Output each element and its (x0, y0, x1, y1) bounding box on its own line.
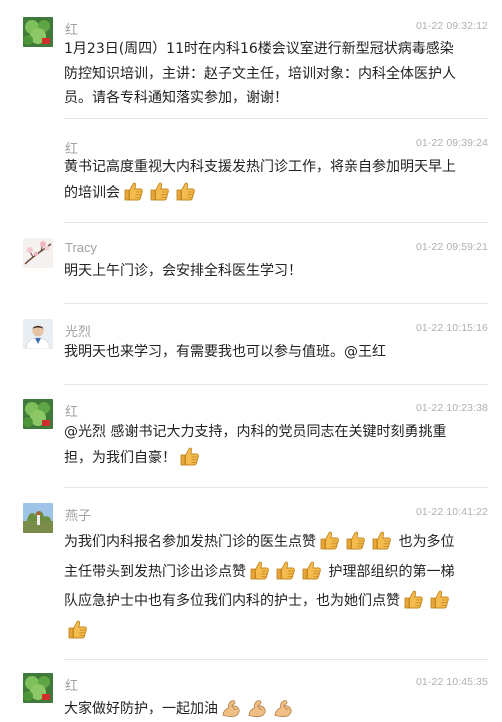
thumbs-up-icon (318, 529, 340, 551)
thumbs-up-icon (122, 180, 144, 202)
timestamp: 01-22 09:39:24 (415, 137, 488, 149)
doctor-avatar-image (23, 319, 53, 349)
blossom-avatar-image (23, 238, 53, 268)
avatar[interactable] (23, 673, 53, 703)
message-text: 1月23日(周四）11时在内科16楼会议室进行新型冠状病毒感染防控知识培训，主讲… (64, 41, 456, 106)
thumbs-up-icon (428, 588, 450, 610)
thumbs-up-icon (66, 618, 88, 640)
divider (64, 303, 488, 304)
green-avatar-image (23, 673, 53, 703)
thumbs-up-icon (148, 180, 170, 202)
author-name[interactable]: 燕子 (65, 505, 91, 524)
thumbs-up-icon (344, 529, 366, 551)
divider (64, 487, 488, 488)
timestamp: 01-22 10:41:22 (415, 506, 488, 518)
timestamp: 01-22 09:59:21 (415, 241, 488, 253)
thumbs-up-icon (248, 559, 270, 581)
thumbs-up-icon (402, 588, 424, 610)
message-body: 大家做好防护，一起加油 (64, 697, 460, 722)
message-text: @光烈 感谢书记大力支持，内科的党员同志在关键时刻勇挑重担，为我们自豪！ (64, 424, 447, 466)
divider (64, 659, 488, 660)
avatar[interactable] (23, 399, 53, 429)
divider (64, 384, 488, 385)
timestamp: 01-22 10:15:16 (415, 322, 488, 334)
author-name[interactable]: 光烈 (65, 321, 91, 340)
timestamp: 01-22 10:23:38 (415, 402, 488, 414)
message-body: 黄书记高度重视大内科支援发热门诊工作，将亲自参加明天早上的培训会 (64, 155, 460, 205)
divider (64, 118, 488, 119)
author-name[interactable]: 红 (65, 19, 78, 38)
thumbs-up-icon (174, 180, 196, 202)
avatar[interactable] (23, 17, 53, 47)
author-name[interactable]: Tracy (65, 240, 97, 255)
timestamp: 01-22 10:45:35 (415, 676, 488, 688)
author-name[interactable]: 红 (65, 675, 78, 694)
message-text: 我明天也来学习，有需要我也可以参与值班。@王红 (64, 344, 386, 360)
thumbs-up-icon (370, 529, 392, 551)
message-text: 大家做好防护，一起加油 (64, 701, 218, 717)
landscape-avatar-image (23, 503, 53, 533)
thumbs-up-icon (300, 559, 322, 581)
thumbs-up-icon (178, 445, 200, 467)
flexed-biceps-icon (221, 698, 241, 718)
divider (64, 222, 488, 223)
message-text: 明天上午门诊，会安排全科医生学习！ (64, 263, 302, 279)
flexed-biceps-icon (273, 698, 293, 718)
timestamp: 01-22 09:32:12 (415, 20, 488, 32)
message-body: 为我们内科报名参加发热门诊的医生点赞 也为多位主任带头到发热门诊出诊点赞 护理部… (64, 528, 460, 646)
avatar[interactable] (23, 503, 53, 533)
avatar[interactable] (23, 319, 53, 349)
green-avatar-image (23, 399, 53, 429)
green-avatar-image (23, 17, 53, 47)
flexed-biceps-icon (247, 698, 267, 718)
message-body: @光烈 感谢书记大力支持，内科的党员同志在关键时刻勇挑重担，为我们自豪！ (64, 420, 460, 470)
thumbs-up-icon (274, 559, 296, 581)
avatar[interactable] (23, 238, 53, 268)
author-name[interactable]: 红 (65, 401, 78, 420)
comment-list: 红 01-22 09:32:12 1月23日(周四）11时在内科16楼会议室进行… (0, 0, 502, 722)
message-text: 为我们内科报名参加发热门诊的医生点赞 (64, 534, 316, 550)
